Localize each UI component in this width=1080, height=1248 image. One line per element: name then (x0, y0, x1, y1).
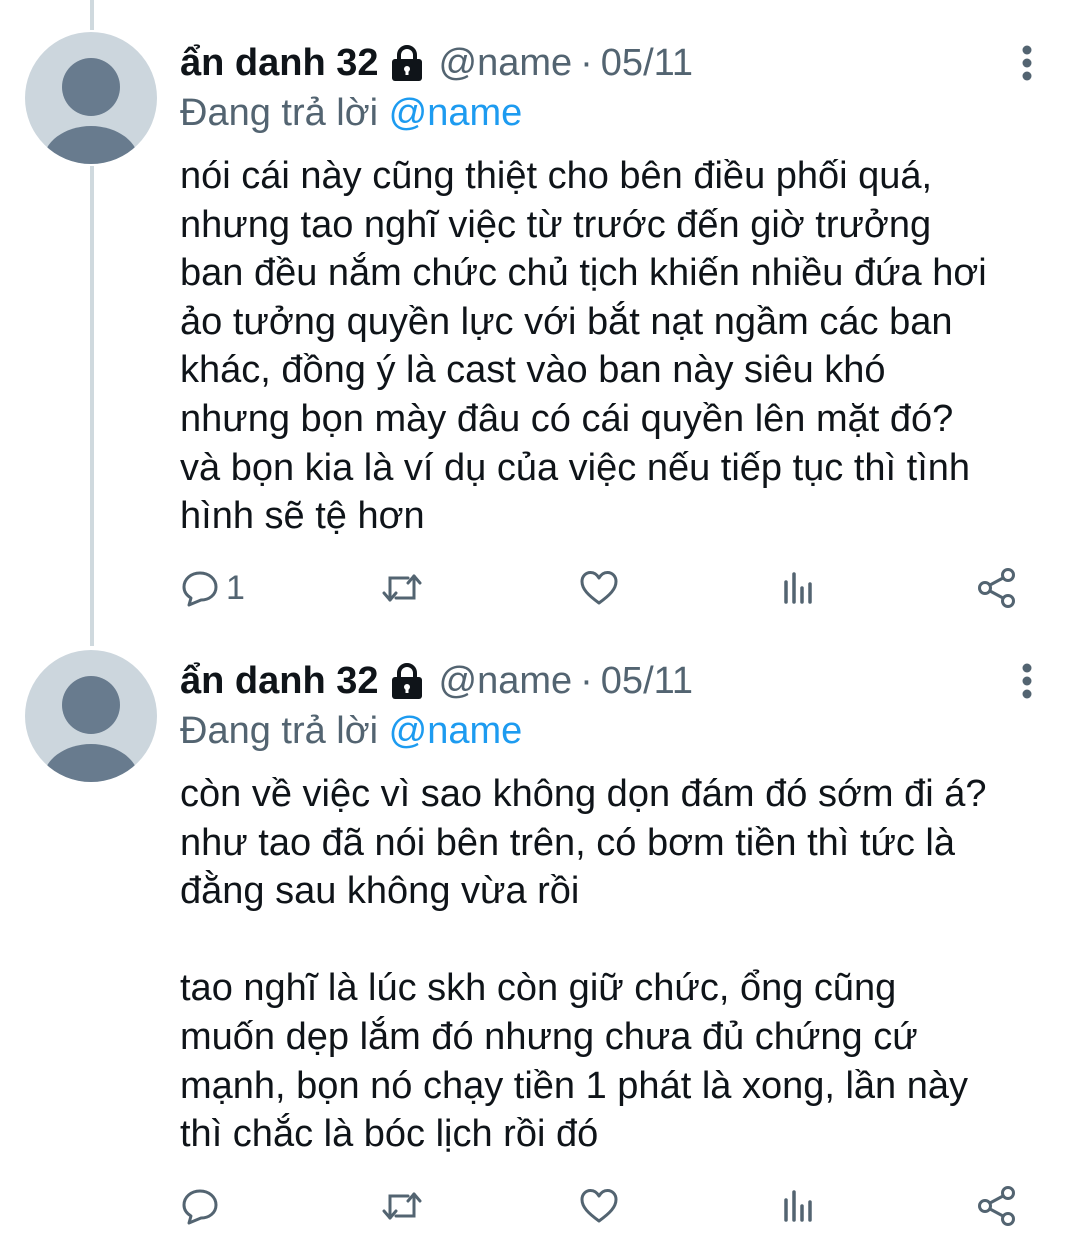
avatar[interactable] (25, 650, 157, 782)
like-button[interactable] (578, 563, 620, 613)
tweet-text-line: còn về việc vì sao không dọn đám đó sớm … (180, 773, 987, 815)
tweet-text-blank-line (180, 916, 1060, 965)
share-button[interactable] (976, 563, 1018, 613)
replying-to-label: Đang trả lời (180, 710, 379, 752)
replying-to: Đang trả lời @name (180, 706, 522, 756)
display-name[interactable]: ẩn danh 32 (180, 656, 379, 706)
reply-count: 1 (226, 568, 245, 607)
avatar[interactable] (25, 32, 157, 164)
tweet-actions (0, 1181, 1080, 1231)
user-handle[interactable]: @name (439, 656, 573, 706)
tweet-text-line: ban đều nắm chức chủ tịch khiến nhiều đứ… (180, 252, 987, 295)
replying-to-label: Đang trả lời (180, 92, 379, 134)
tweet-text-line: nói cái này cũng thiệt cho bên điều phối… (180, 155, 933, 197)
tweet[interactable]: ẩn danh 32 @name · 05/11 Đang trả lời @n… (0, 650, 1080, 1246)
retweet-icon (382, 574, 422, 602)
heart-icon (580, 1189, 618, 1223)
lock-icon (387, 661, 427, 701)
tweet-text: nói cái này cũng thiệt cho bên điều phối… (180, 152, 1060, 541)
more-options-icon (1022, 663, 1032, 699)
analytics-icon (784, 572, 812, 604)
tweet-text-line: khác, đồng ý là cast vào ban này siêu kh… (180, 349, 886, 392)
like-button[interactable] (578, 1181, 620, 1231)
reply-button[interactable] (180, 1181, 220, 1231)
tweet-text-line: nhưng tao nghĩ việc từ trước đến giờ trư… (180, 203, 932, 246)
tweet-text-line: ảo tưởng quyền lực với bắt nạt ngầm các … (180, 300, 953, 343)
retweet-button[interactable] (380, 563, 424, 613)
retweet-button[interactable] (380, 1181, 424, 1231)
more-options-button[interactable] (1012, 38, 1042, 88)
replying-to: Đang trả lời @name (180, 88, 522, 138)
tweet-text-line: nhưng bọn mày đâu có cái quyền lên mặt đ… (180, 397, 954, 440)
share-icon (978, 1186, 1015, 1226)
tweet[interactable]: ẩn danh 32 @name · 05/11 Đang trả lời @n… (0, 32, 1080, 618)
analytics-icon (784, 1190, 812, 1222)
share-button[interactable] (976, 1181, 1018, 1231)
heart-icon (580, 571, 618, 605)
tweet-header: ẩn danh 32 @name · 05/11 (180, 656, 693, 706)
tweet-header: ẩn danh 32 @name · 05/11 (180, 38, 693, 88)
thread-line-top (90, 0, 94, 30)
reply-icon (182, 1189, 218, 1225)
share-icon (978, 568, 1015, 608)
tweet-text: còn về việc vì sao không dọn đám đó sớm … (180, 770, 1060, 1159)
user-handle[interactable]: @name (439, 38, 573, 88)
views-button[interactable] (778, 563, 818, 613)
retweet-icon (382, 1192, 422, 1220)
reply-icon (182, 571, 218, 607)
reply-to-handle[interactable]: @name (389, 92, 523, 134)
tweet-text-line: như tao đã nói bên trên, có bơm tiền thì… (180, 821, 956, 864)
tweet-text-line: hình sẽ tệ hơn (180, 495, 425, 538)
tweet-text-line: tao nghĩ là lúc skh còn giữ chức, ổng cũ… (180, 967, 897, 1010)
tweet-text-line: muốn dẹp lắm đó nhưng chưa đủ chứng cứ (180, 1015, 918, 1058)
more-options-button[interactable] (1012, 656, 1042, 706)
tweet-date[interactable]: 05/11 (601, 38, 693, 88)
tweet-text-line: thì chắc là bóc lịch rồi đó (180, 1113, 599, 1156)
default-avatar-icon (43, 58, 139, 164)
views-button[interactable] (778, 1181, 818, 1231)
tweet-text-line: mạnh, bọn nó chạy tiền 1 phát là xong, l… (180, 1064, 968, 1107)
more-options-icon (1022, 45, 1032, 81)
separator-dot: · (580, 660, 593, 702)
tweet-text-line: và bọn kia là ví dụ của việc nếu tiếp tụ… (180, 446, 971, 489)
separator-dot: · (580, 42, 593, 84)
default-avatar-icon (43, 676, 139, 782)
tweet-date[interactable]: 05/11 (601, 656, 693, 706)
tweet-actions: 1 (0, 563, 1080, 613)
reply-to-handle[interactable]: @name (389, 710, 523, 752)
display-name[interactable]: ẩn danh 32 (180, 38, 379, 88)
tweet-text-line: đằng sau không vừa rồi (180, 870, 580, 913)
lock-icon (387, 43, 427, 83)
reply-button[interactable]: 1 (180, 563, 245, 613)
